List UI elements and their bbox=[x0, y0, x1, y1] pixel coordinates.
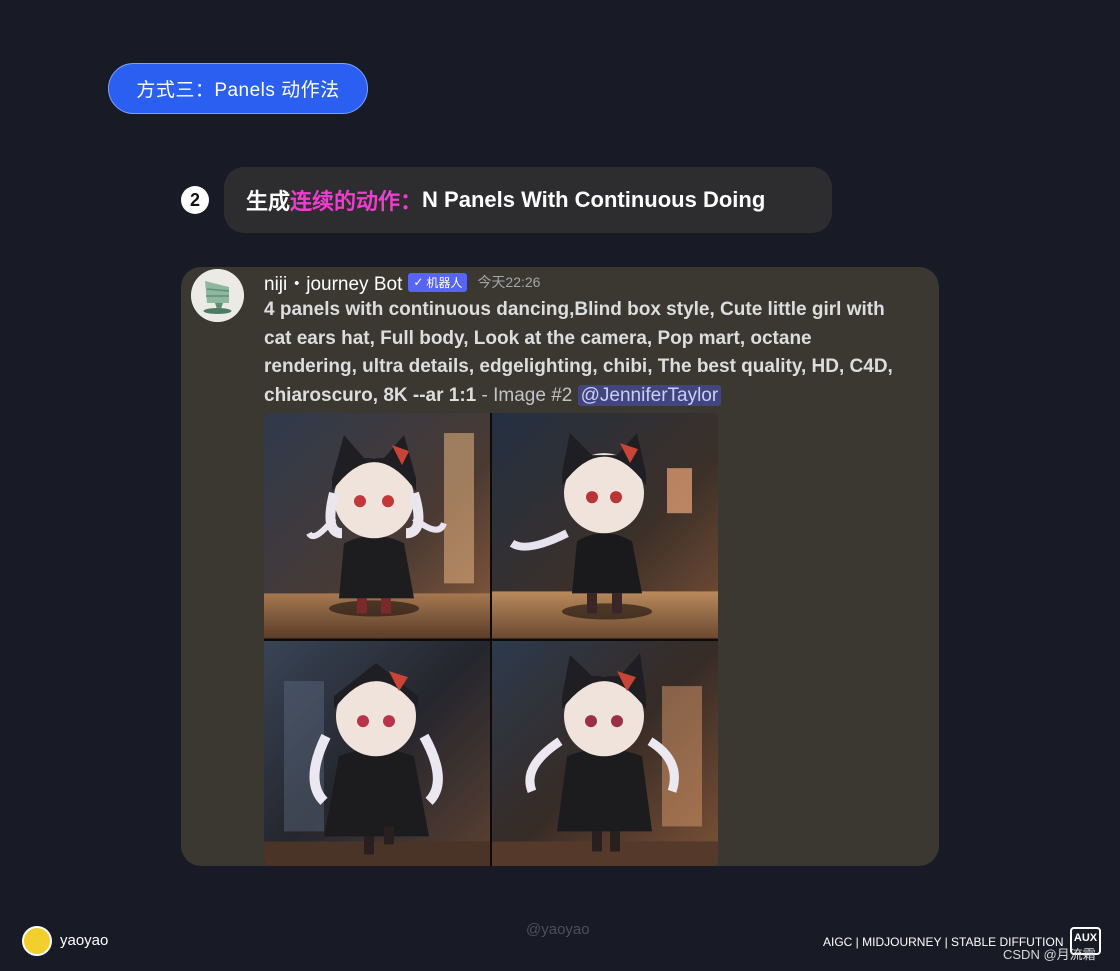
csdn-credit: CSDN @月流霜 bbox=[1003, 947, 1096, 962]
step-title-prefix: 生成 bbox=[246, 189, 291, 214]
checkmark-icon: ✓ bbox=[413, 275, 424, 289]
message-content: 4 panels with continuous dancing,Blind b… bbox=[264, 296, 904, 410]
author-name[interactable]: niji・journey Bot bbox=[264, 269, 402, 296]
image-grid[interactable] bbox=[264, 413, 718, 866]
image-panel-3[interactable] bbox=[264, 640, 490, 866]
chibi-girl-dancing-image bbox=[264, 413, 490, 639]
image-panel-2[interactable] bbox=[492, 413, 718, 639]
message-header: niji・journey Bot ✓ 机器人 今天22:26 bbox=[264, 269, 541, 296]
image-panel-1[interactable] bbox=[264, 413, 490, 639]
chibi-girl-dancing-image bbox=[492, 640, 718, 866]
footer-brand: yaoyao bbox=[60, 932, 109, 949]
step-number-badge: 2 bbox=[181, 186, 209, 214]
chibi-girl-dancing-image bbox=[492, 413, 718, 639]
user-mention[interactable]: @JenniferTaylor bbox=[577, 384, 722, 406]
discord-message-card: niji・journey Bot ✓ 机器人 今天22:26 4 panels … bbox=[181, 267, 939, 866]
yaoyao-logo-icon bbox=[22, 926, 52, 956]
image-label: - Image #2 bbox=[476, 384, 578, 406]
step-title-suffix: N Panels With Continuous Doing bbox=[422, 187, 766, 212]
sailboat-icon bbox=[191, 269, 244, 322]
bot-avatar[interactable] bbox=[191, 269, 244, 322]
step-title-accent: 连续的动作： bbox=[290, 189, 423, 214]
bot-tag: ✓ 机器人 bbox=[408, 272, 468, 292]
step-title: 生成 连续的动作： N Panels With Continuous Doing bbox=[224, 167, 832, 233]
image-panel-4[interactable] bbox=[492, 640, 718, 866]
section-pill: 方式三：Panels 动作法 bbox=[108, 63, 368, 114]
chibi-girl-dancing-image bbox=[264, 640, 490, 866]
bot-tag-label: 机器人 bbox=[426, 275, 463, 290]
footer-watermark: @yaoyao bbox=[526, 921, 590, 938]
message-timestamp: 今天22:26 bbox=[477, 274, 541, 290]
